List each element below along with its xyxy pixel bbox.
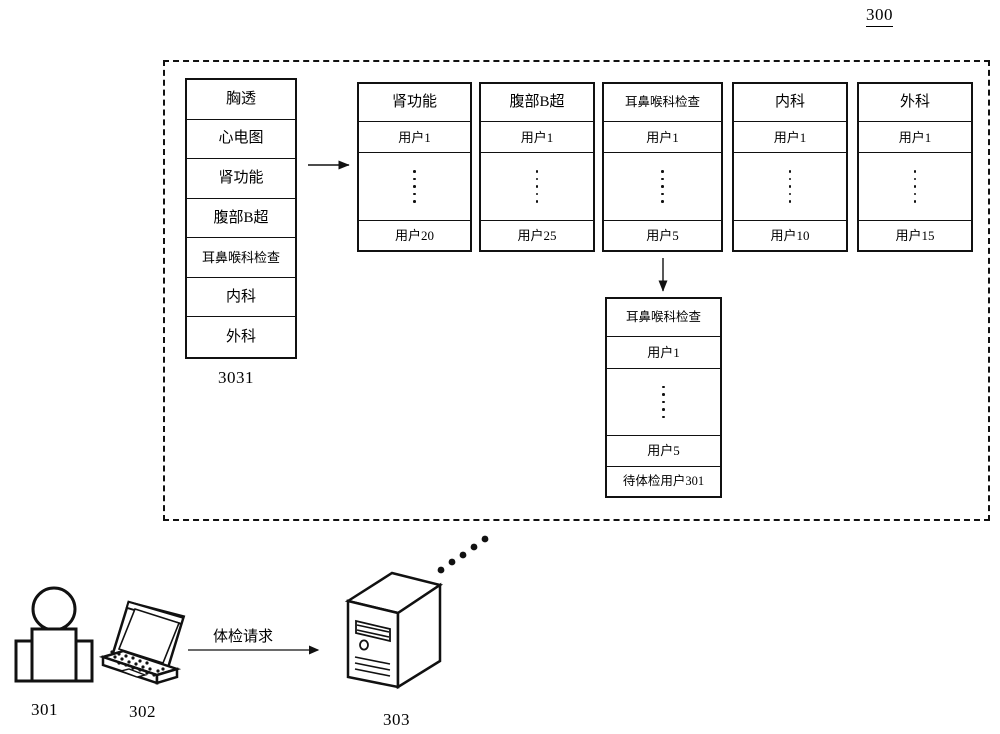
detail-last-user: 用户5 <box>607 435 720 468</box>
category-header-4: 内科 <box>734 84 846 122</box>
exam-item-menu-table: 胸透 心电图 肾功能 腹部B超 耳鼻喉科检查 内科 外科 <box>185 78 297 359</box>
category-header-2: 腹部B超 <box>481 84 593 122</box>
category-first-user-2: 用户1 <box>481 122 593 153</box>
category-ellipsis-3 <box>604 153 721 221</box>
server-ref-label: 303 <box>383 710 410 729</box>
exam-menu-item-0[interactable]: 胸透 <box>187 80 295 120</box>
exam-menu-item-3[interactable]: 腹部B超 <box>187 198 295 239</box>
category-ellipsis-2 <box>481 153 593 221</box>
category-header-1: 肾功能 <box>359 84 470 122</box>
category-last-user-2: 用户25 <box>481 221 593 250</box>
exam-menu-item-5[interactable]: 内科 <box>187 277 295 318</box>
category-first-user-4: 用户1 <box>734 122 846 153</box>
exam-menu-item-4[interactable]: 耳鼻喉科检查 <box>187 238 295 278</box>
exam-menu-item-2[interactable]: 肾功能 <box>187 159 295 199</box>
category-last-user-3: 用户5 <box>604 221 721 250</box>
person-ref-label: 301 <box>31 700 58 719</box>
detail-pending-user: 待体检用户301 <box>607 467 720 497</box>
category-header-5: 外科 <box>859 84 971 122</box>
person-icon <box>14 585 94 689</box>
category-first-user-5: 用户1 <box>859 122 971 153</box>
category-ellipsis-4 <box>734 153 846 221</box>
exam-menu-ref-label: 3031 <box>218 368 254 387</box>
category-queue-table-4: 内科 用户1 用户10 <box>732 82 848 252</box>
detail-first-user: 用户1 <box>607 336 720 370</box>
figure-number-label: 300 <box>866 5 893 27</box>
category-queue-table-1: 肾功能 用户1 用户20 <box>357 82 472 252</box>
category-header-3: 耳鼻喉科检查 <box>604 84 721 122</box>
exam-menu-item-1[interactable]: 心电图 <box>187 119 295 160</box>
category-first-user-3: 用户1 <box>604 122 721 153</box>
category-ellipsis-5 <box>859 153 971 221</box>
laptop-ref-label: 302 <box>129 702 156 721</box>
category-last-user-1: 用户20 <box>359 221 470 250</box>
category-queue-table-5: 外科 用户1 用户15 <box>857 82 973 252</box>
detail-queue-table: 耳鼻喉科检查 用户1 用户5 待体检用户301 <box>605 297 722 498</box>
detail-ellipsis <box>607 369 720 436</box>
category-last-user-5: 用户15 <box>859 221 971 250</box>
server-icon <box>340 565 450 699</box>
laptop-icon <box>95 595 200 694</box>
category-first-user-1: 用户1 <box>359 122 470 153</box>
category-last-user-4: 用户10 <box>734 221 846 250</box>
request-arrow-label: 体检请求 <box>213 629 274 645</box>
category-queue-table-3: 耳鼻喉科检查 用户1 用户5 <box>602 82 723 252</box>
category-ellipsis-1 <box>359 153 470 221</box>
exam-menu-item-6[interactable]: 外科 <box>187 317 295 358</box>
detail-header: 耳鼻喉科检查 <box>607 299 720 337</box>
category-queue-table-2: 腹部B超 用户1 用户25 <box>479 82 595 252</box>
figure-canvas: 300 胸透 心电图 肾功能 腹部B超 耳鼻喉科检查 内科 外科 3031 肾功… <box>0 0 1000 734</box>
